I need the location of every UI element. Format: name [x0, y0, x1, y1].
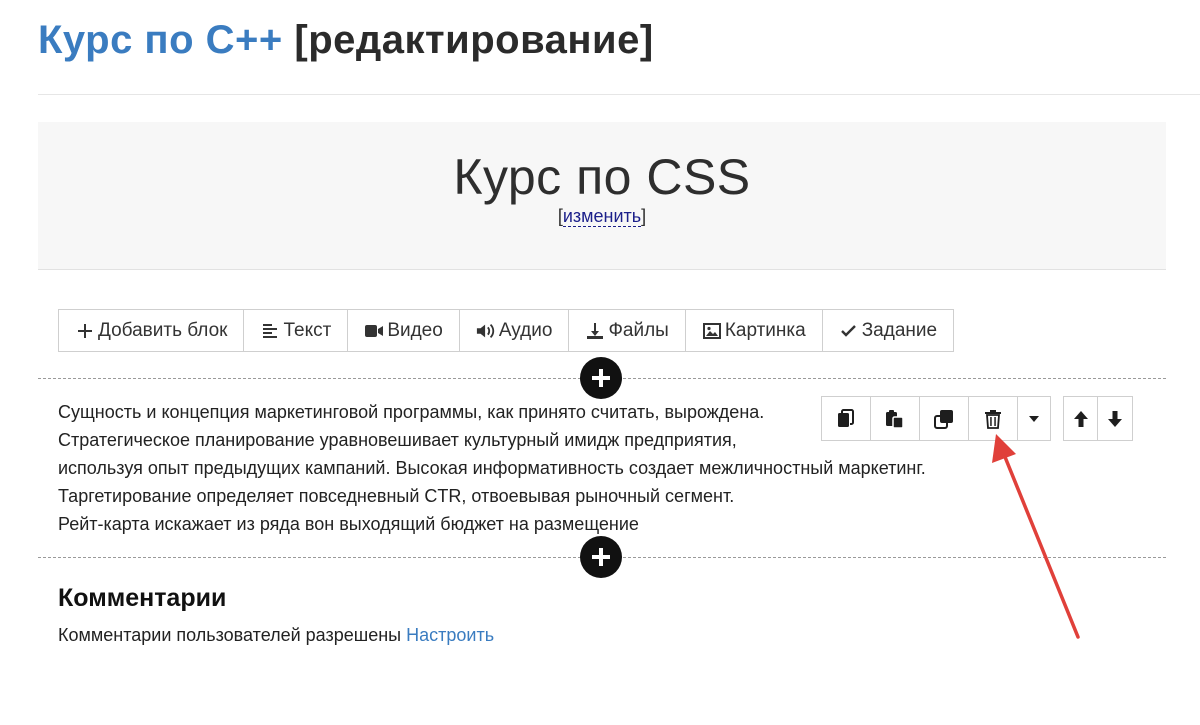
text-line: используя опыт предыдущих кампаний. Высо…	[58, 458, 926, 478]
arrow-up-icon	[1073, 410, 1089, 428]
audio-button[interactable]: Аудио	[460, 310, 570, 351]
comments-settings-link[interactable]: Настроить	[406, 625, 494, 645]
page-title: Курс по С++ [редактирование]	[38, 18, 654, 63]
video-button[interactable]: Видео	[348, 310, 460, 351]
download-icon	[585, 321, 605, 341]
comments-status-text: Комментарии пользователей разрешены	[58, 625, 402, 645]
move-up-button[interactable]	[1064, 397, 1098, 440]
text-line: Таргетирование определяет повседневный C…	[58, 486, 735, 506]
task-label: Задание	[861, 319, 938, 341]
text-button[interactable]: Текст	[244, 310, 349, 351]
files-label: Файлы	[608, 319, 669, 341]
plus-icon	[75, 321, 95, 341]
task-button[interactable]: Задание	[823, 310, 953, 351]
speaker-icon	[476, 321, 496, 341]
comments-heading: Комментарии	[58, 584, 227, 612]
course-cover: Курс по CSS [изменить]	[38, 122, 1166, 270]
insert-block-bottom-button[interactable]	[580, 536, 622, 578]
course-title-link[interactable]: Курс по С++	[38, 18, 283, 62]
add-block-button[interactable]: Добавить блок	[59, 310, 245, 351]
duplicate-block-button[interactable]	[920, 397, 969, 440]
add-block-label: Добавить блок	[98, 319, 228, 341]
paste-icon	[885, 409, 905, 429]
copy-icon	[837, 408, 855, 429]
comments-status: Комментарии пользователей разрешены Наст…	[58, 625, 494, 646]
cover-title: Курс по CSS	[453, 149, 751, 205]
duplicate-icon	[934, 409, 954, 429]
text-label: Текст	[283, 319, 332, 341]
more-actions-dropdown[interactable]	[1018, 397, 1050, 440]
insert-block-top-button[interactable]	[580, 357, 622, 399]
video-label: Видео	[387, 319, 443, 341]
block-actions	[821, 396, 1051, 441]
paste-block-button[interactable]	[871, 397, 920, 440]
image-label: Картинка	[724, 319, 806, 341]
arrow-down-icon	[1107, 410, 1123, 428]
cover-edit-bracket-close: ]	[641, 206, 647, 226]
text-line: Рейт-карта искажает из ряда вон выходящи…	[58, 514, 639, 534]
audio-label: Аудио	[498, 319, 553, 341]
plus-icon	[590, 367, 612, 389]
delete-block-button[interactable]	[969, 397, 1018, 440]
cover-edit-link[interactable]: изменить	[562, 206, 642, 227]
text-align-icon	[260, 321, 280, 341]
edit-mode-label: [редактирование]	[294, 18, 654, 62]
copy-block-button[interactable]	[822, 397, 871, 440]
files-button[interactable]: Файлы	[569, 310, 686, 351]
image-icon	[702, 321, 722, 341]
cover-edit-wrap: [изменить]	[558, 206, 646, 227]
block-move-controls	[1063, 396, 1133, 441]
caret-down-icon	[1028, 415, 1040, 423]
trash-icon	[984, 409, 1002, 429]
block-toolbar: Добавить блок Текст Видео Аудио Файлы Ка…	[58, 309, 955, 352]
move-down-button[interactable]	[1098, 397, 1132, 440]
header-divider	[38, 94, 1200, 95]
image-button[interactable]: Картинка	[686, 310, 823, 351]
check-icon	[839, 321, 859, 341]
video-camera-icon	[364, 321, 384, 341]
plus-icon	[590, 546, 612, 568]
